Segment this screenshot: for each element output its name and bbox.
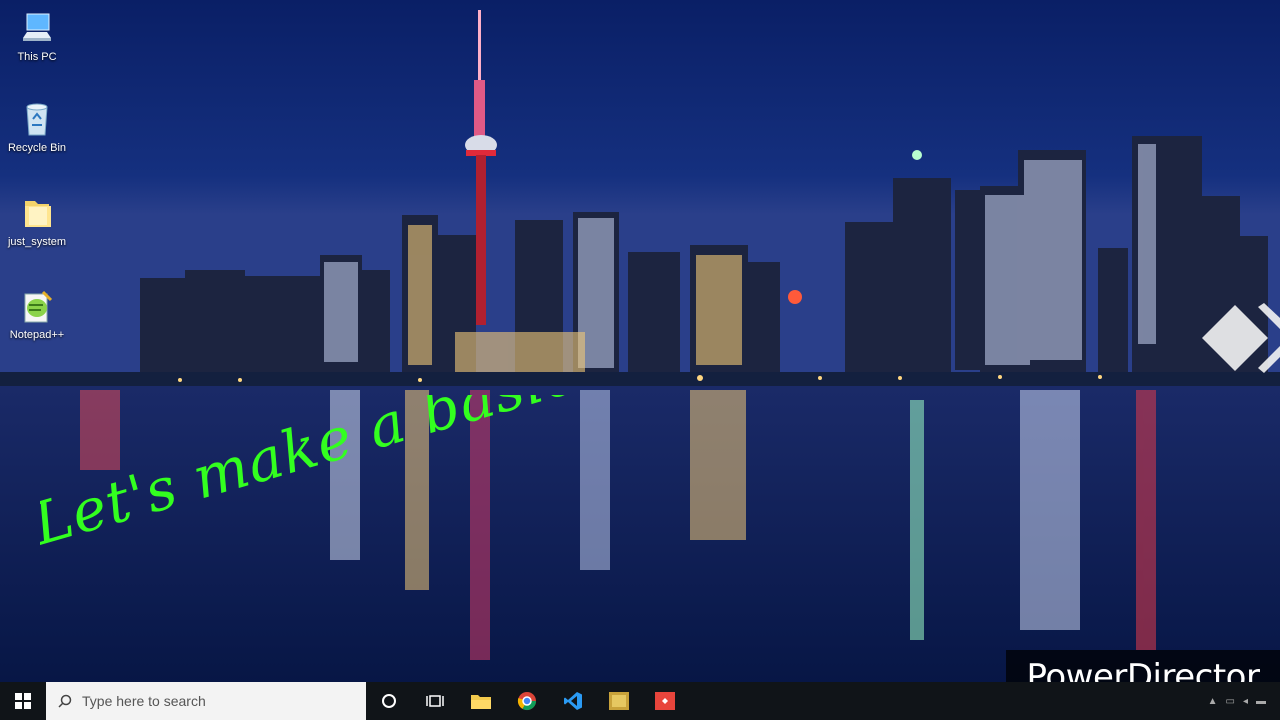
desktop-icon-label: Recycle Bin (7, 142, 67, 154)
chrome-button[interactable] (504, 682, 550, 720)
wallpaper-image (0, 0, 1280, 685)
task-view-button[interactable] (412, 682, 458, 720)
clock-area[interactable]: ▬ (1256, 696, 1266, 707)
desktop-icon-just-system[interactable]: just_system (2, 193, 72, 249)
search-placeholder: Type here to search (82, 693, 206, 709)
folder-icon (25, 201, 51, 227)
volume-icon[interactable]: ◂ (1243, 696, 1248, 707)
taskbar-search-box[interactable]: Type here to search (46, 682, 366, 720)
desktop-icon-label: This PC (17, 51, 57, 63)
vscode-button[interactable] (550, 682, 596, 720)
file-explorer-icon (471, 695, 491, 709)
desktop-icon-recycle-bin[interactable]: Recycle Bin (2, 99, 72, 155)
desktop-icon-label: just_system (7, 236, 67, 248)
desktop-icon-label: Notepad++ (9, 329, 65, 341)
start-button[interactable] (0, 682, 46, 720)
desktop-icon-this-pc[interactable]: This PC (2, 8, 72, 64)
windows-logo-icon (15, 693, 31, 709)
notepad-plus-plus-icon (24, 290, 53, 323)
vscode-icon (564, 692, 582, 710)
desktop-icon-notepad-plus-plus[interactable]: Notepad++ (2, 286, 72, 342)
network-icon[interactable]: ▭ (1226, 696, 1235, 707)
search-icon (58, 694, 72, 708)
taskbar: Type here to search ▲ ▭ ◂ ▬ (0, 682, 1280, 720)
qb64-icon (609, 692, 629, 710)
cortana-button[interactable] (366, 682, 412, 720)
system-tray: ▲ ▭ ◂ ▬ (1208, 696, 1280, 707)
task-view-icon (426, 695, 444, 707)
recycle-bin-icon (26, 103, 48, 136)
qb64-button[interactable] (596, 682, 642, 720)
desktop: This PC Recycle Bin just_system Notepad+… (0, 0, 1280, 720)
tray-chevron-up-icon[interactable]: ▲ (1208, 696, 1218, 707)
file-explorer-button[interactable] (458, 682, 504, 720)
anydesk-button[interactable] (642, 682, 688, 720)
cortana-icon (382, 694, 396, 708)
monitor-icon (23, 13, 51, 41)
chrome-icon (517, 692, 536, 711)
anydesk-icon (655, 692, 675, 710)
